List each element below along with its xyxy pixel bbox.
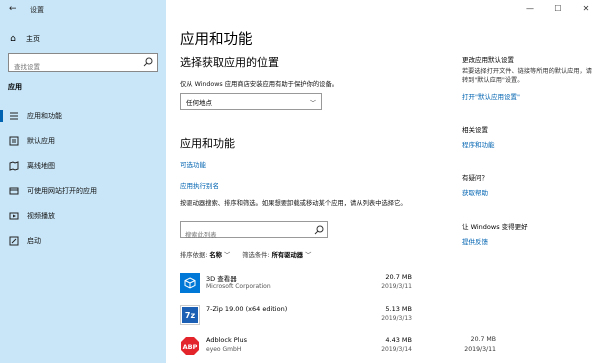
sidebar-item-video-playback[interactable]: 视频播放 [0, 209, 166, 223]
feedback-title: 让 Windows 变得更好 [462, 223, 528, 231]
install-source-heading: 选择获取应用的位置 [180, 56, 279, 69]
get-help-link[interactable]: 获取帮助 [462, 187, 488, 197]
sidebar-item-offline-maps[interactable]: 离线地图 [0, 159, 166, 173]
settings-search-input[interactable] [9, 58, 137, 76]
related-settings-title: 相关设置 [462, 126, 488, 134]
dropdown-value: 任何地点 [186, 98, 212, 107]
app-list-search-box[interactable] [180, 221, 328, 243]
svg-text:7z: 7z [185, 311, 196, 320]
programs-features-link[interactable]: 程序和功能 [462, 139, 495, 149]
app-list-search-input[interactable] [181, 228, 309, 243]
optional-features-link[interactable]: 可选功能 [180, 159, 206, 169]
app-name: 3D 查看器 [206, 275, 237, 283]
sort-control[interactable]: 排序依据: 名称 ﹀ [180, 250, 230, 259]
7zip-icon: 7z [180, 305, 200, 325]
filter-label: 筛选条件: [242, 252, 270, 259]
sort-filter-bar: 排序依据: 名称 ﹀ 筛选条件: 所有驱动器 ﹀ [180, 250, 311, 259]
window-controls: — ☐ ✕ [516, 0, 600, 16]
app-date: 2019/3/13 [381, 315, 412, 322]
ghost-date: 2019/3/11 [464, 346, 496, 353]
list-icon [9, 111, 19, 121]
sidebar-item-label: 启动 [27, 237, 41, 245]
maximize-button[interactable]: ☐ [544, 0, 572, 16]
map-icon [9, 161, 19, 171]
ghost-size: 20.7 MB [470, 336, 496, 343]
adblock-plus-icon: ABP [180, 336, 200, 356]
sort-label: 排序依据: [180, 252, 208, 259]
minimize-button[interactable]: — [516, 0, 544, 16]
app-list-item[interactable]: 3D 查看器 Microsoft Corporation 20.7 MB 201… [180, 273, 412, 299]
app-date: 2019/3/11 [381, 283, 412, 290]
sidebar-item-startup[interactable]: 启动 [0, 234, 166, 248]
app-name: 7-Zip 19.00 (x64 edition) [206, 305, 288, 313]
sidebar-item-label: 视频播放 [27, 212, 55, 220]
default-apps-description: 若要选择打开文件、链接等所用的默认应用，请转到"默认应用"设置。 [462, 68, 592, 84]
apps-features-heading: 应用和功能 [180, 137, 235, 150]
sidebar-item-website-apps[interactable]: 可使用网站打开的应用 [0, 184, 166, 198]
app-size: 4.43 MB [385, 336, 412, 344]
video-icon [9, 211, 19, 221]
search-description: 按驱动器搜索、排序和筛选。如果想要卸载或移动某个应用，请从列表中选择它。 [180, 200, 407, 207]
3d-viewer-icon [180, 273, 200, 293]
chevron-down-icon: ﹀ [305, 252, 312, 259]
sidebar-item-apps-features[interactable]: 应用和功能 [0, 109, 166, 123]
feedback-link[interactable]: 提供反馈 [462, 236, 488, 246]
filter-value: 所有驱动器 [271, 252, 304, 259]
sidebar-item-default-apps[interactable]: 默认应用 [0, 134, 166, 148]
page-title: 应用和功能 [180, 32, 253, 48]
startup-icon [9, 236, 19, 246]
sort-value: 名称 [209, 252, 222, 259]
sidebar-item-label: 离线地图 [27, 162, 55, 170]
filter-control[interactable]: 筛选条件: 所有驱动器 ﹀ [242, 250, 311, 259]
app-publisher: Microsoft Corporation [206, 283, 271, 290]
main-content: — ☐ ✕ 应用和功能 选择获取应用的位置 仅从 Windows 应用商店安装应… [166, 0, 600, 363]
app-size: 5.13 MB [385, 305, 412, 313]
app-date: 2019/3/14 [381, 346, 412, 353]
chevron-down-icon: ﹀ [309, 100, 316, 107]
window-title: 设置 [30, 6, 44, 14]
app-list-item[interactable]: ABP Adblock Plus eyeo GmbH 4.43 MB 2019/… [180, 336, 412, 362]
svg-text:ABP: ABP [183, 343, 198, 351]
app-aliases-link[interactable]: 应用执行别名 [180, 180, 219, 190]
question-title: 有疑问？ [462, 174, 488, 182]
default-apps-title: 更改应用默认设置 [462, 56, 514, 64]
app-publisher: eyeo GmbH [206, 346, 242, 353]
back-arrow-icon[interactable]: ← [9, 4, 19, 14]
app-list-item[interactable]: 7z 7-Zip 19.00 (x64 edition) 5.13 MB 201… [180, 305, 412, 331]
home-icon: ⌂ [10, 34, 16, 44]
sidebar-item-label: 应用和功能 [27, 112, 62, 120]
settings-search-box[interactable] [8, 53, 158, 76]
sidebar-item-label: 可使用网站打开的应用 [27, 187, 97, 195]
search-icon[interactable] [314, 225, 324, 235]
sidebar: ← 设置 ⌂ 主页 应用 应用和功能 默认应用 离线地图 可使用网站打 [0, 0, 166, 363]
app-name: Adblock Plus [206, 336, 248, 344]
sidebar-section-title: 应用 [8, 83, 22, 91]
default-apps-link[interactable]: 打开"默认应用设置" [462, 91, 520, 101]
install-source-dropdown[interactable]: 任何地点 ﹀ [180, 93, 322, 110]
app-size: 20.7 MB [385, 273, 412, 281]
sidebar-item-label: 默认应用 [27, 137, 55, 145]
search-icon[interactable] [143, 57, 153, 67]
close-button[interactable]: ✕ [572, 0, 600, 16]
website-icon [9, 186, 19, 196]
home-nav-item[interactable]: ⌂ 主页 [8, 33, 40, 45]
chevron-down-icon: ﹀ [223, 252, 231, 259]
home-label: 主页 [26, 35, 40, 43]
install-source-description: 仅从 Windows 应用商店安装应用有助于保护你的设备。 [180, 81, 339, 88]
default-apps-icon [9, 136, 19, 146]
